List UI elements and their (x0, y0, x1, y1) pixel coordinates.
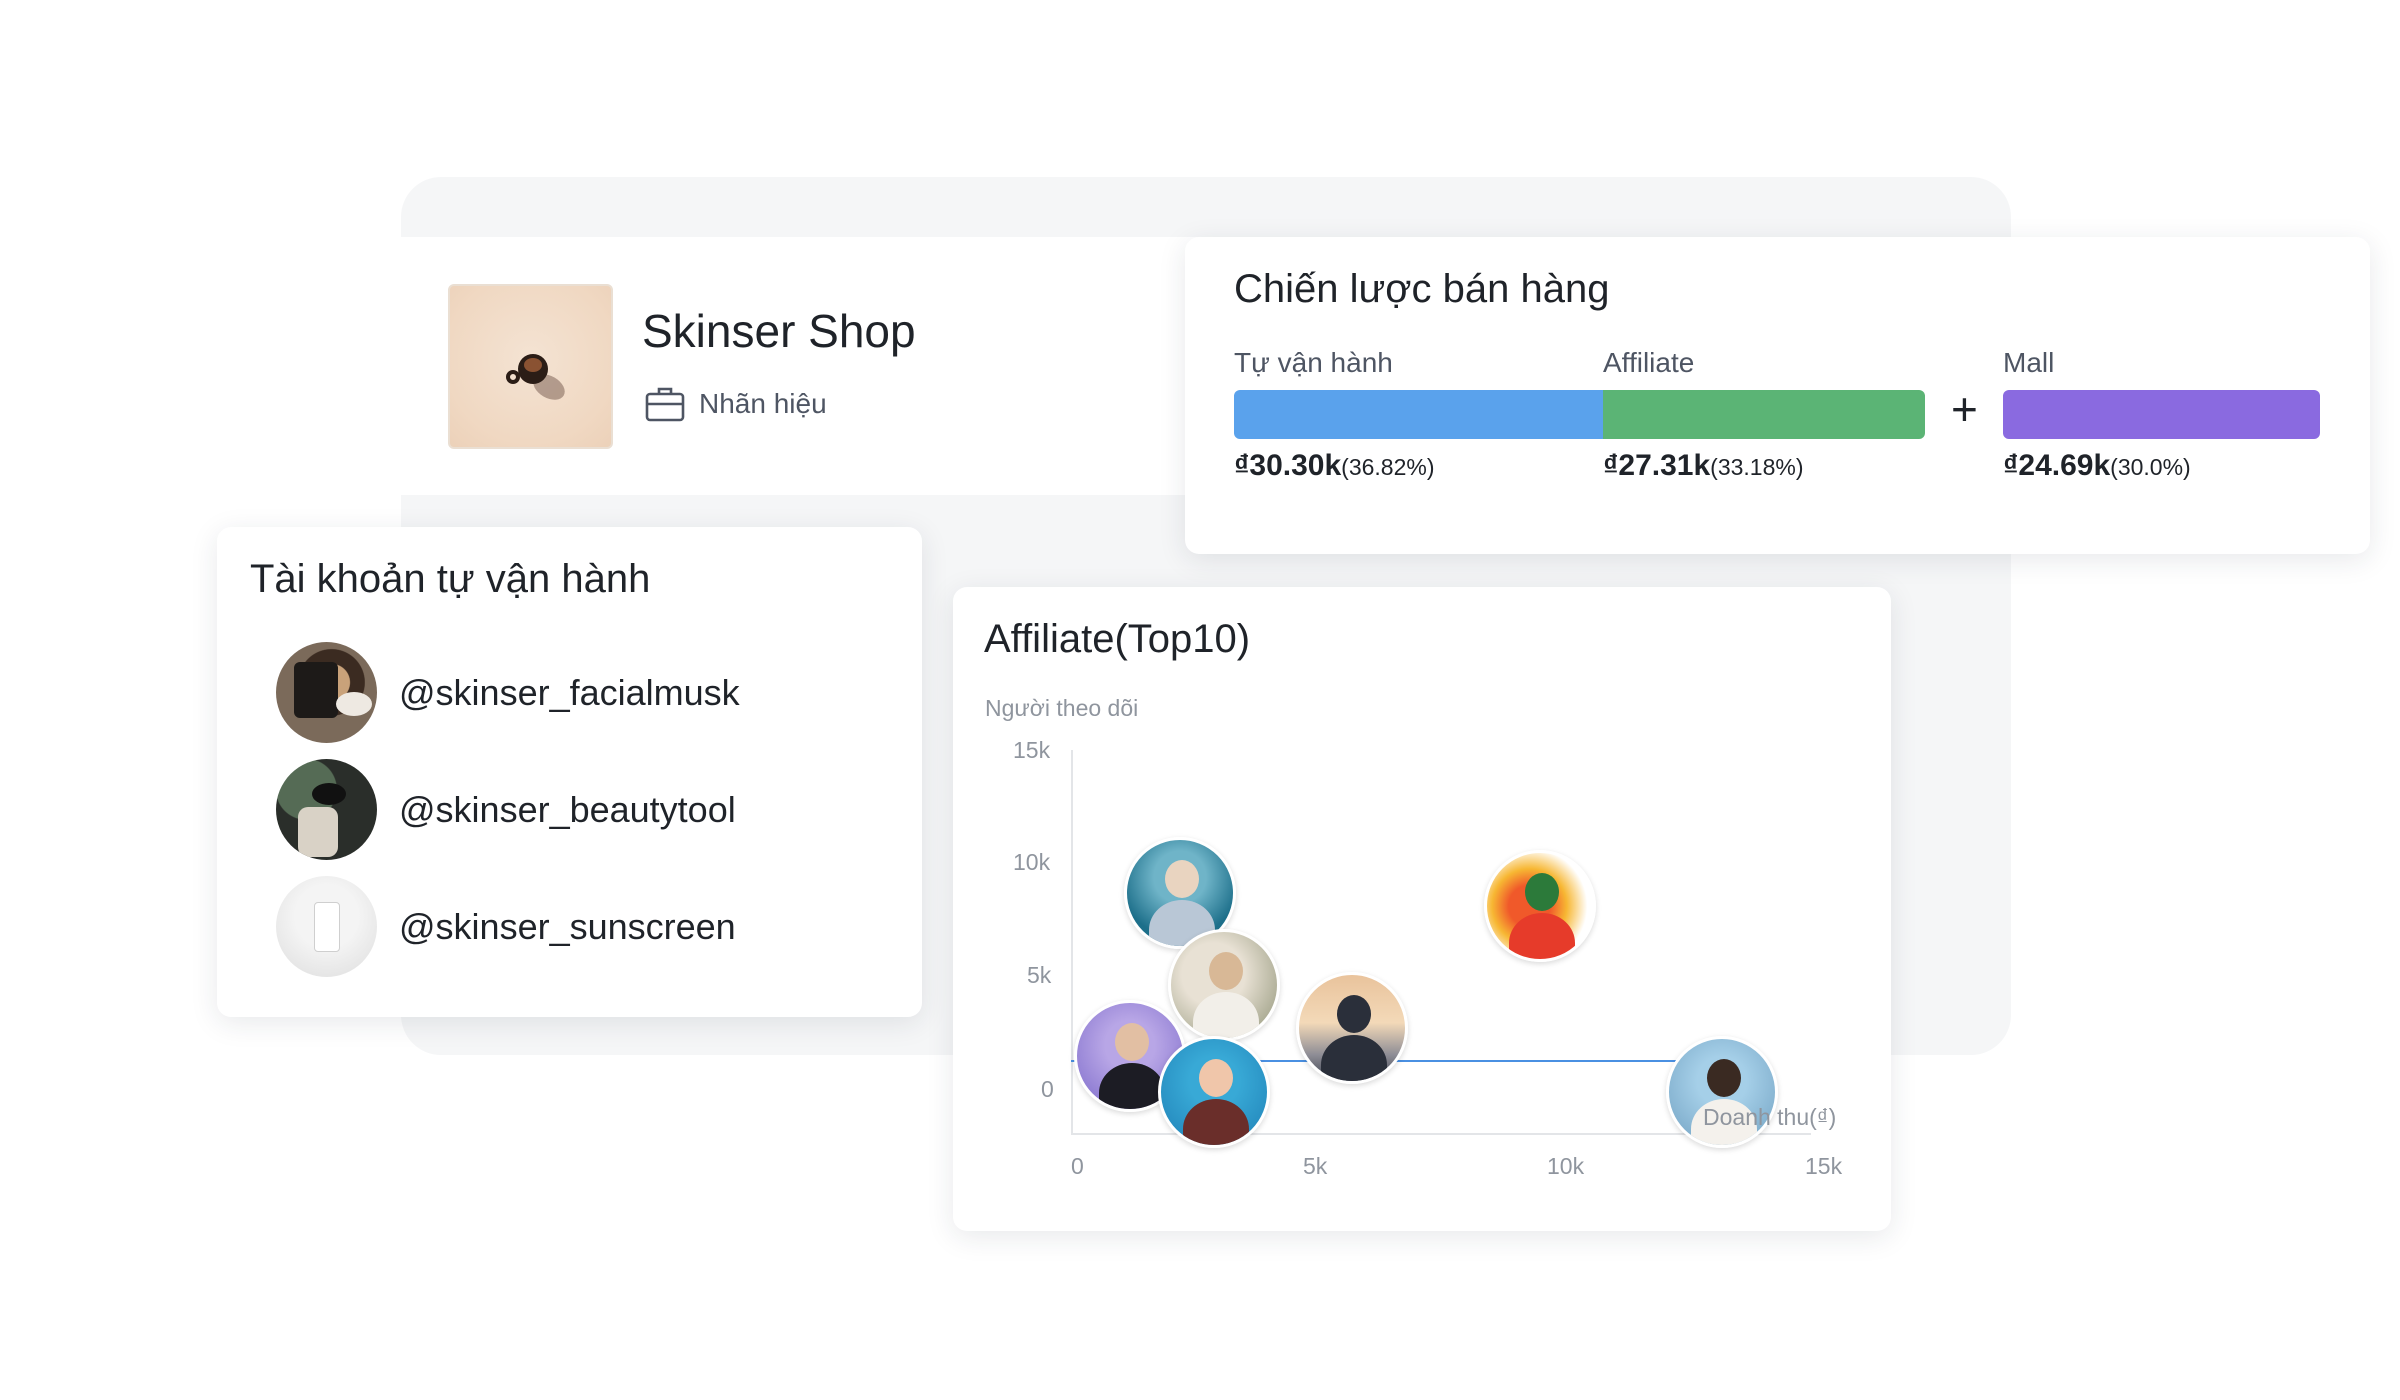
segment-value-affiliate: ₫27.31k(33.18%) (1603, 449, 1803, 483)
segment-amount-mall: ₫24.69k (2003, 449, 2111, 482)
avatar-head (1524, 872, 1559, 911)
x-tick-label: 15k (1805, 1153, 1843, 1179)
avatar-head (1199, 1059, 1234, 1098)
segment-percent-mall: (30.0%) (2110, 454, 2191, 480)
segment-bar-affiliate (1603, 390, 1925, 439)
segment-bar-self (1234, 390, 1603, 439)
account-handle: @skinser_sunscreen (399, 905, 736, 947)
segment-value-self: ₫30.30k(36.82%) (1234, 449, 1434, 483)
scatter-point[interactable] (1296, 972, 1409, 1085)
affiliate-top10-card: Affiliate(Top10) Người theo dõi 15k 10k … (953, 587, 1891, 1231)
x-tick-label: 10k (1547, 1153, 1585, 1179)
account-avatar (276, 642, 377, 743)
avatar-head (1707, 1059, 1742, 1098)
shop-type-label: Nhãn hiệu (699, 388, 827, 419)
account-avatar (276, 759, 377, 860)
segment-label-affiliate: Affiliate (1603, 347, 1695, 378)
account-handle: @skinser_beautytool (399, 788, 736, 830)
segment-value-mall: ₫24.69k(30.0%) (2003, 449, 2191, 483)
avatar-torso (1192, 991, 1259, 1038)
accounts-title: Tài khoản tự vận hành (250, 557, 651, 601)
segment-percent-affiliate: (33.18%) (1710, 454, 1804, 480)
avatar-torso (1321, 1035, 1388, 1082)
avatar-head (1337, 995, 1372, 1034)
briefcase-icon (645, 387, 685, 422)
scatter-point[interactable] (1167, 928, 1280, 1041)
scatter-point[interactable] (1666, 1036, 1779, 1149)
shop-thumbnail (448, 284, 613, 449)
account-row[interactable]: @skinser_facialmusk (276, 642, 740, 743)
x-tick-label: 5k (1303, 1153, 1328, 1179)
avatar-torso (1099, 1063, 1166, 1110)
y-tick-label: 0 (1041, 1076, 1054, 1102)
shop-type: Nhãn hiệu (645, 385, 827, 423)
mug-coffee (524, 358, 542, 372)
y-axis (1071, 750, 1073, 1134)
sales-strategy-card: Chiến lược bán hàng Tự vận hành Affiliat… (1185, 237, 2370, 554)
account-handle: @skinser_facialmusk (399, 671, 740, 713)
segment-amount-self: ₫30.30k (1234, 449, 1342, 482)
x-tick-label: 0 (1071, 1153, 1084, 1179)
plus-icon: + (1951, 383, 1978, 435)
account-row[interactable]: @skinser_sunscreen (276, 876, 736, 977)
y-tick-label: 10k (1013, 849, 1051, 875)
avatar-torso (1508, 912, 1575, 959)
x-axis-title: Doanh thu(₫) (1703, 1104, 1837, 1130)
account-row[interactable]: @skinser_beautytool (276, 759, 736, 860)
strategy-title: Chiến lược bán hàng (1234, 267, 1610, 311)
segment-bar-mall (2003, 390, 2320, 439)
y-axis-title: Người theo dõi (985, 695, 1139, 721)
y-tick-label: 15k (1013, 737, 1051, 763)
scatter-point[interactable] (1158, 1036, 1271, 1149)
y-tick-label: 5k (1027, 962, 1052, 988)
account-avatar (276, 876, 377, 977)
self-operated-accounts-card: Tài khoản tự vận hành @skinser_facialmus… (217, 527, 922, 1017)
avatar-head (1164, 859, 1199, 898)
avatar-torso (1183, 1099, 1250, 1146)
segment-label-mall: Mall (2003, 347, 2055, 378)
shop-name: Skinser Shop (642, 305, 916, 357)
avatar-head (1208, 951, 1243, 990)
affiliate-title: Affiliate(Top10) (984, 617, 1251, 661)
scatter-point[interactable] (1483, 849, 1596, 962)
avatar-head (1115, 1023, 1150, 1062)
segment-percent-self: (36.82%) (1341, 454, 1435, 480)
segment-amount-affiliate: ₫27.31k (1603, 449, 1711, 482)
segment-label-self: Tự vận hành (1234, 347, 1393, 378)
